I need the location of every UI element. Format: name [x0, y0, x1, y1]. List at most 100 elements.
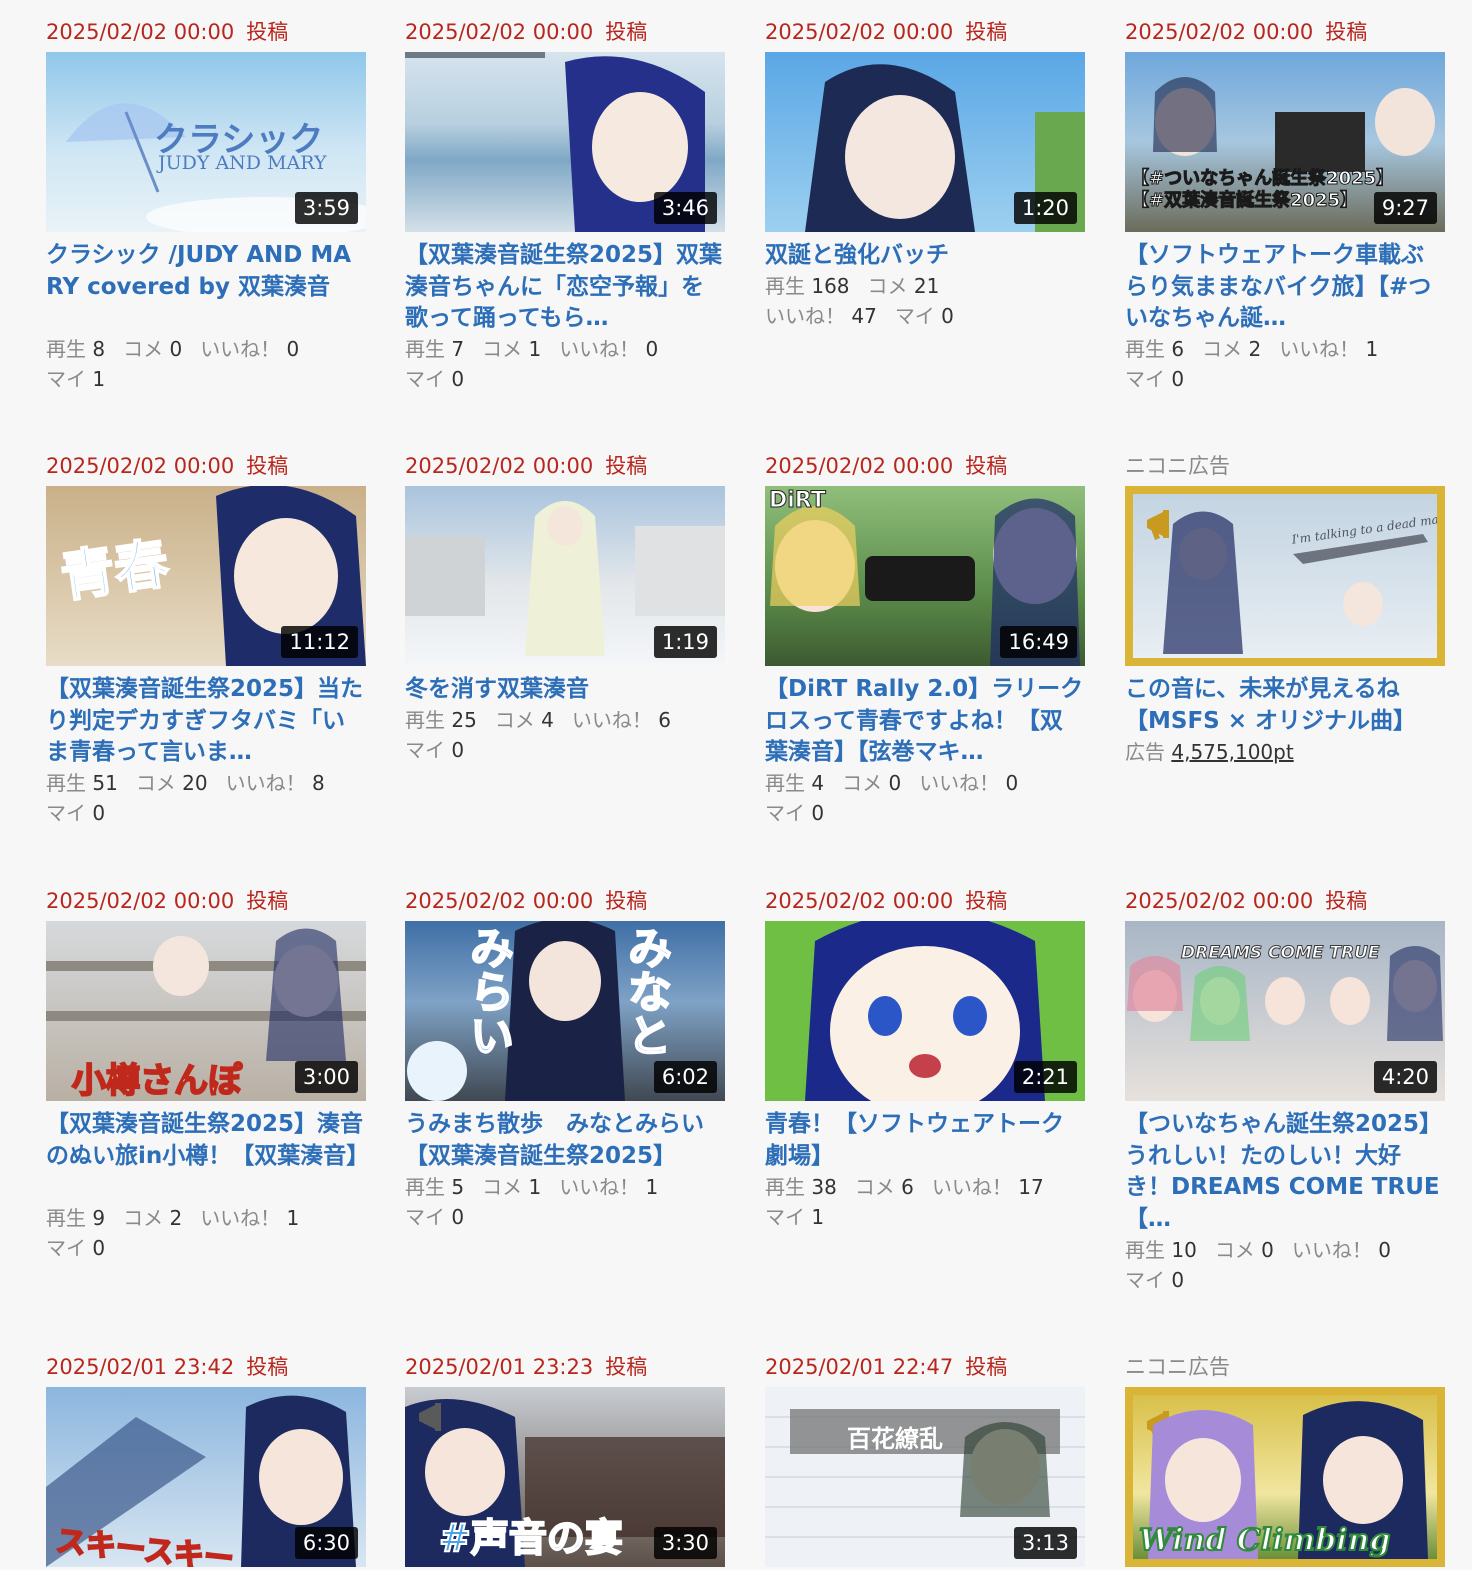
video-thumbnail[interactable]: クラシック JUDY AND MARY 3:59 [46, 52, 366, 232]
ad-header: ニコニ広告 [1125, 1355, 1230, 1379]
video-thumbnail[interactable]: DiRT 16:49 [765, 486, 1085, 666]
mylist-count: 1 [811, 1205, 825, 1229]
comment-count: 2 [169, 1206, 183, 1230]
video-thumbnail[interactable]: 小樽さんぽ 3:00 [46, 921, 366, 1101]
video-stats: 再生 5 コメ 1 いいね！ 1 マイ 0 [405, 1175, 659, 1229]
comment-count: 1 [528, 1175, 542, 1199]
video-card: 2025/02/02 00:00 投稿 DREAMS COME TRUE 4:20… [1125, 889, 1445, 1292]
duration-badge: 4:20 [1373, 1061, 1437, 1093]
view-count: 5 [451, 1175, 465, 1199]
posted-date: 2025/02/01 23:42 投稿 [46, 1355, 289, 1379]
comment-count: 0 [1261, 1238, 1274, 1262]
duration-badge: 9:27 [1373, 192, 1437, 224]
mylist-count: 1 [92, 367, 106, 391]
ad-header: ニコニ広告 [1125, 454, 1230, 478]
view-count: 6 [1171, 337, 1185, 361]
video-card: 2025/02/02 00:00 投稿 小樽さんぽ 3:00 【双葉湊音誕生祭20… [46, 889, 369, 1260]
video-title[interactable]: 双誕と強化バッチ [765, 240, 1085, 272]
ad-title[interactable]: この音に、未来が見えるね【MSFS × オリジナル曲】 [1125, 674, 1445, 737]
video-title[interactable]: 青春！【ソフトウェアトーク劇場】 [765, 1109, 1085, 1172]
ad-thumbnail[interactable]: I'm talking to a dead man [1125, 486, 1445, 666]
mylist-count: 0 [1171, 367, 1185, 391]
video-title[interactable]: 【双葉湊音誕生祭2025】双葉湊音ちゃんに「恋空予報」を歌って踊ってもら… [405, 240, 725, 335]
posted-date: 2025/02/02 00:00 投稿 [765, 889, 1008, 913]
duration-badge: 2:21 [1013, 1061, 1077, 1093]
video-title[interactable]: クラシック /JUDY AND MARY covered by 双葉湊音 [46, 240, 366, 303]
view-count: 25 [451, 708, 477, 732]
duration-badge: 1:19 [653, 626, 717, 658]
thumbnail-subcaption: 【#双葉湊音誕生祭2025】 [1130, 190, 1359, 212]
comment-count: 6 [901, 1175, 914, 1199]
video-title[interactable]: 【ソフトウェアトーク車載ぶらり気ままなバイク旅】【#ついなちゃん誕… [1125, 240, 1445, 335]
duration-badge: 3:46 [653, 192, 717, 224]
thumbnail-caption: #声音の宴 [438, 1515, 624, 1561]
video-thumbnail[interactable]: 百花繚乱 3:13 [765, 1387, 1085, 1567]
like-count: 0 [645, 337, 659, 361]
like-count: 1 [286, 1206, 300, 1230]
video-title[interactable]: 冬を消す双葉湊音 [405, 674, 725, 706]
comment-count: 0 [888, 771, 902, 795]
view-count: 9 [92, 1206, 106, 1230]
duration-badge: 6:02 [653, 1061, 717, 1093]
ad-card: ニコニ広告 I'm talking to a dead man この音に、未来が… [1125, 454, 1445, 764]
duration-badge: 3:00 [294, 1061, 358, 1093]
ad-card: ニコニ広告 Wind Climbing [1125, 1355, 1445, 1567]
video-stats: 再生 7 コメ 1 いいね！ 0 マイ 0 [405, 337, 659, 391]
video-card: 2025/02/02 00:00 投稿 青春 11:12 【双葉湊音誕生祭2025… [46, 454, 366, 825]
posted-date: 2025/02/02 00:00 投稿 [46, 889, 289, 913]
video-title[interactable]: 【DiRT Rally 2.0】ラリークロスって青春ですよね！【双葉湊音】【弦巻… [765, 674, 1085, 769]
video-title[interactable]: うみまち散歩 みなとみらい【双葉湊音誕生祭2025】 [405, 1109, 725, 1172]
video-title[interactable]: 【双葉湊音誕生祭2025】当たり判定デカすぎフタバミ「いま青春って言いま… [46, 674, 366, 769]
thumbnail-subcaption: みらい [461, 924, 514, 1058]
video-title[interactable]: 【双葉湊音誕生祭2025】湊音のぬい旅in小樽！【双葉湊音】 [46, 1109, 369, 1172]
video-thumbnail[interactable]: 1:20 [765, 52, 1085, 232]
duration-badge: 3:59 [294, 192, 358, 224]
video-thumbnail[interactable]: 1:19 [405, 486, 725, 666]
duration-badge: 16:49 [1000, 626, 1077, 658]
like-count: 0 [1378, 1238, 1391, 1262]
like-count: 0 [1005, 771, 1019, 795]
view-count: 51 [92, 771, 118, 795]
posted-date: 2025/02/02 00:00 投稿 [765, 20, 1008, 44]
video-stats: 再生 168 コメ 21 いいね！ 47 マイ 0 [765, 274, 954, 328]
comment-count: 21 [913, 274, 940, 298]
thumbnail-caption: 小樽さんぽ [71, 1060, 243, 1101]
video-stats: 再生 51 コメ 20 いいね！ 8 マイ 0 [46, 771, 325, 825]
video-thumbnail[interactable]: DREAMS COME TRUE 4:20 [1125, 921, 1445, 1101]
comment-count: 20 [182, 771, 208, 795]
video-card: 2025/02/01 22:47 投稿 百花繚乱 3:13 [765, 1355, 1085, 1567]
mylist-count: 0 [451, 367, 465, 391]
video-thumbnail[interactable]: みなと みらい 6:02 [405, 921, 725, 1101]
video-stats: 再生 10 コメ 0 いいね！ 0 マイ 0 [1125, 1238, 1391, 1292]
mylist-count: 0 [941, 304, 954, 328]
video-card: 2025/02/02 00:00 投稿 DiRT 16:49 【DiRT Rall… [765, 454, 1085, 825]
view-count: 10 [1171, 1238, 1197, 1262]
video-thumbnail[interactable]: 【#ついなちゃん誕生祭2025】 【#双葉湊音誕生祭2025】 9:27 [1125, 52, 1445, 232]
like-count: 0 [286, 337, 300, 361]
video-thumbnail[interactable]: 3:46 [405, 52, 725, 232]
comment-count: 2 [1248, 337, 1262, 361]
ad-thumbnail[interactable]: Wind Climbing [1125, 1387, 1445, 1567]
ad-points[interactable]: 4,575,100pt [1171, 740, 1293, 764]
video-stats: 再生 38 コメ 6 いいね！ 17 マイ 1 [765, 1175, 1044, 1229]
video-thumbnail[interactable]: 青春 11:12 [46, 486, 366, 666]
mylist-count: 0 [1171, 1268, 1185, 1292]
video-stats: 再生 6 コメ 2 いいね！ 1 マイ 0 [1125, 337, 1379, 391]
view-count: 8 [92, 337, 106, 361]
video-title[interactable]: 【ついなちゃん誕生祭2025】うれしい！たのしい！大好き！DREAMS COME… [1125, 1109, 1445, 1235]
video-stats: 再生 25 コメ 4 いいね！ 6 マイ 0 [405, 708, 671, 762]
like-count: 1 [1365, 337, 1379, 361]
video-card: 2025/02/02 00:00 投稿 クラシック JUDY AND MARY 3… [46, 20, 366, 391]
comment-count: 1 [528, 337, 542, 361]
like-count: 47 [851, 304, 877, 328]
video-thumbnail[interactable]: スキースキー 6:30 [46, 1387, 366, 1567]
thumbnail-caption: Wind Climbing [1138, 1522, 1391, 1559]
thumbnail-caption: 百花繚乱 [847, 1424, 943, 1453]
posted-date: 2025/02/02 00:00 投稿 [405, 20, 648, 44]
video-thumbnail[interactable]: #声音の宴 3:30 [405, 1387, 725, 1567]
video-grid: 2025/02/02 00:00 投稿 クラシック JUDY AND MARY 3… [0, 0, 1472, 1570]
posted-date: 2025/02/02 00:00 投稿 [46, 20, 289, 44]
megaphone-icon [419, 1403, 441, 1431]
posted-date: 2025/02/02 00:00 投稿 [765, 454, 1008, 478]
video-thumbnail[interactable]: 2:21 [765, 921, 1085, 1101]
